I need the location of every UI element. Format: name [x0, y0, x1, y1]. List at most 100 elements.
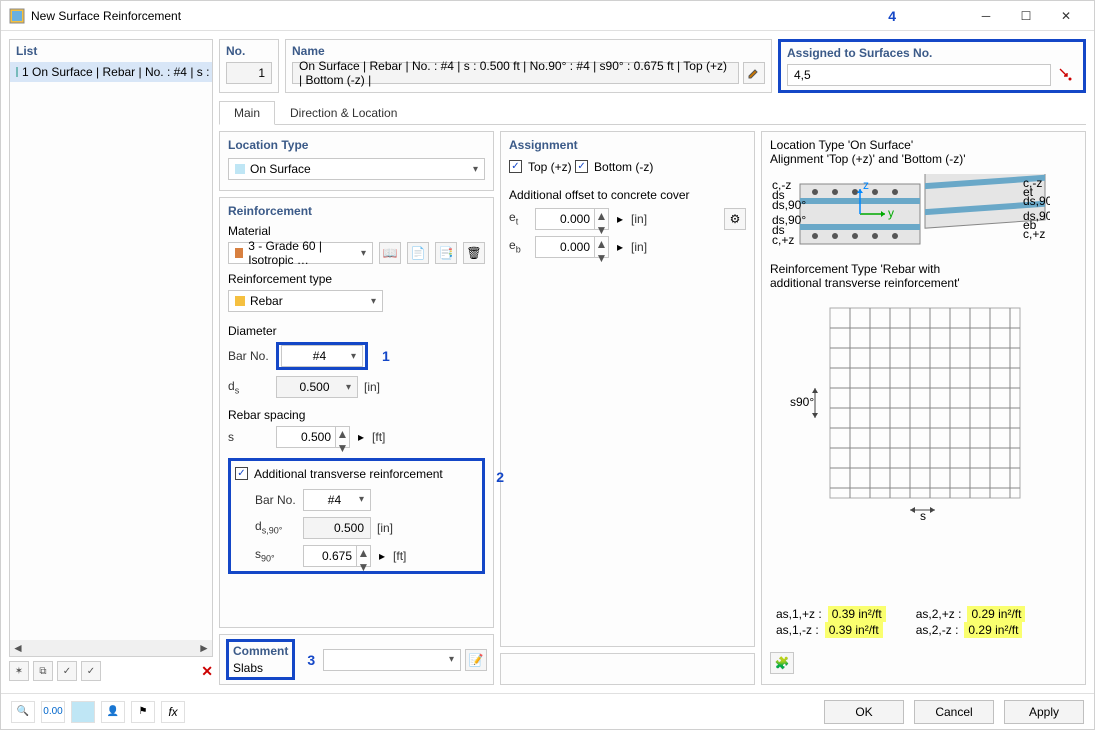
- svg-text:s90°: s90°: [790, 395, 814, 409]
- person-button[interactable]: 👤: [101, 701, 125, 723]
- pick-surfaces-button[interactable]: [1055, 64, 1077, 86]
- no-label: No.: [226, 44, 272, 58]
- no-field[interactable]: 1: [226, 62, 272, 84]
- location-group: Location Type On Surface ▾: [219, 131, 494, 191]
- svg-text:y: y: [888, 206, 894, 220]
- swatch-icon: [235, 164, 245, 174]
- assignment-title: Assignment: [509, 138, 746, 152]
- offset-settings-button[interactable]: ⚙: [724, 208, 746, 230]
- et-label: et: [509, 210, 529, 226]
- reinf-type-label: Reinforcement type: [228, 272, 485, 286]
- chevron-down-icon: ▾: [346, 382, 351, 393]
- et-spinner[interactable]: 0.000 ▲▼: [535, 208, 609, 230]
- material-label: Material: [228, 224, 485, 238]
- svg-text:c,+z: c,+z: [1023, 227, 1045, 241]
- check-button-2[interactable]: ✓: [81, 661, 101, 681]
- results-area: as,1,+z :0.39 in²/ft as,1,-z :0.39 in²/f…: [770, 600, 1077, 644]
- list-h-scrollbar[interactable]: ◄►: [10, 640, 212, 656]
- delete-button[interactable]: ✕: [201, 663, 213, 680]
- top-checkbox[interactable]: ✓Top (+z): [509, 160, 572, 174]
- comment-label: Comment: [233, 644, 288, 658]
- check-button-1[interactable]: ✓: [57, 661, 77, 681]
- maximize-button[interactable]: ☐: [1006, 4, 1046, 28]
- svg-text:c,+z: c,+z: [772, 233, 794, 247]
- app-icon: [9, 8, 25, 24]
- units-button[interactable]: 0.00: [41, 701, 65, 723]
- list-item[interactable]: 1 On Surface | Rebar | No. : #4 | s : 0.…: [10, 62, 212, 82]
- comment-select[interactable]: ▾: [323, 649, 461, 671]
- s-label: s: [228, 430, 270, 444]
- assigned-field[interactable]: 4,5: [787, 64, 1051, 86]
- apply-button[interactable]: Apply: [1004, 700, 1084, 724]
- edit-name-button[interactable]: [743, 62, 765, 84]
- diagram1-sub: Alignment 'Top (+z)' and 'Bottom (-z)': [770, 152, 1077, 166]
- trans-barno-select[interactable]: #4 ▾: [303, 489, 371, 511]
- s-spinner[interactable]: 0.500 ▲▼: [276, 426, 350, 448]
- eb-spinner[interactable]: 0.000 ▲▼: [535, 236, 609, 258]
- list-title: List: [10, 40, 212, 62]
- new-item-button[interactable]: ✶: [9, 661, 29, 681]
- chevron-down-icon: ▾: [361, 248, 366, 259]
- ds-field[interactable]: 0.500 ▾: [276, 376, 358, 398]
- buttonbar: 🔍 0.00 👤 ⚑ fx OK Cancel Apply: [1, 693, 1094, 729]
- type-diagram: s90° s: [770, 298, 1050, 528]
- chevron-down-icon: ▾: [371, 296, 376, 307]
- surface-swatch-icon: [16, 67, 18, 77]
- chevron-down-icon: ▾: [473, 164, 478, 175]
- ok-button[interactable]: OK: [824, 700, 904, 724]
- swatch-icon: [235, 296, 245, 306]
- location-title: Location Type: [228, 138, 485, 152]
- reinf-type-select[interactable]: Rebar ▾: [228, 290, 383, 312]
- view-button[interactable]: [71, 701, 95, 723]
- fx-button[interactable]: fx: [161, 701, 185, 723]
- transverse-checkbox[interactable]: ✓ Additional transverse reinforcement: [235, 467, 443, 481]
- bar-no-select[interactable]: #4 ▾: [281, 345, 363, 367]
- material-delete-button[interactable]: 🗑: [463, 242, 485, 264]
- material-new-button[interactable]: 📄: [407, 242, 429, 264]
- material-library-button[interactable]: 📖: [379, 242, 401, 264]
- help-button[interactable]: 🔍: [11, 701, 35, 723]
- copy-item-button[interactable]: ⧉: [33, 661, 53, 681]
- name-field[interactable]: On Surface | Rebar | No. : #4 | s : 0.50…: [292, 62, 739, 84]
- chevron-down-icon: ▾: [351, 351, 356, 362]
- reinforcement-group: Reinforcement Material 3 - Grade 60 | Is…: [219, 197, 494, 628]
- ds-unit: [in]: [364, 380, 380, 394]
- material-edit-button[interactable]: 📑: [435, 242, 457, 264]
- ds-label: ds: [228, 379, 270, 395]
- list-item-label: 1 On Surface | Rebar | No. : #4 | s : 0.…: [22, 65, 212, 79]
- callout-3: 3: [307, 652, 315, 668]
- location-diagram: yz c,-zdsds,90° ds,90°dsc,+z c,-zetds,90…: [770, 174, 1050, 254]
- trans-barno-label: Bar No.: [235, 493, 297, 507]
- ds90-label: ds,90°: [235, 519, 297, 535]
- assignment-group: Assignment ✓Top (+z) ✓Bottom (-z) Additi…: [500, 131, 755, 647]
- no-panel: No. 1: [219, 39, 279, 93]
- s90-spinner[interactable]: 0.675 ▲▼: [303, 545, 371, 567]
- col2-footer-spacer: [500, 653, 755, 685]
- titlebar: New Surface Reinforcement 4 ─ ☐ ✕: [1, 1, 1094, 31]
- diameter-label: Diameter: [228, 324, 485, 338]
- comment-panel: Comment Slabs 3 ▾ 📝: [219, 634, 494, 685]
- reinforcement-title: Reinforcement: [228, 204, 485, 218]
- material-select[interactable]: 3 - Grade 60 | Isotropic … ▾: [228, 242, 373, 264]
- callout-1: 1: [382, 348, 390, 364]
- bottom-checkbox[interactable]: ✓Bottom (-z): [575, 160, 653, 174]
- list-panel: List 1 On Surface | Rebar | No. : #4 | s…: [9, 39, 213, 657]
- flag-button[interactable]: ⚑: [131, 701, 155, 723]
- close-button[interactable]: ✕: [1046, 4, 1086, 28]
- location-type-select[interactable]: On Surface ▾: [228, 158, 485, 180]
- svg-text:ds,90°: ds,90°: [1023, 194, 1050, 208]
- diagram2-title2: additional transverse reinforcement': [770, 276, 1077, 290]
- tab-main[interactable]: Main: [219, 101, 275, 125]
- cancel-button[interactable]: Cancel: [914, 700, 994, 724]
- window-title: New Surface Reinforcement: [31, 9, 181, 23]
- callout-2: 2: [496, 469, 504, 485]
- comment-edit-button[interactable]: 📝: [465, 649, 487, 671]
- swatch-icon: [235, 248, 243, 258]
- ds90-field[interactable]: 0.500: [303, 517, 371, 539]
- s90-label: s90°: [235, 547, 297, 563]
- minimize-button[interactable]: ─: [966, 4, 1006, 28]
- results-settings-button[interactable]: 🧩: [770, 652, 794, 674]
- tab-direction-location[interactable]: Direction & Location: [275, 101, 412, 124]
- name-label: Name: [292, 44, 765, 58]
- callout-4: 4: [888, 8, 896, 24]
